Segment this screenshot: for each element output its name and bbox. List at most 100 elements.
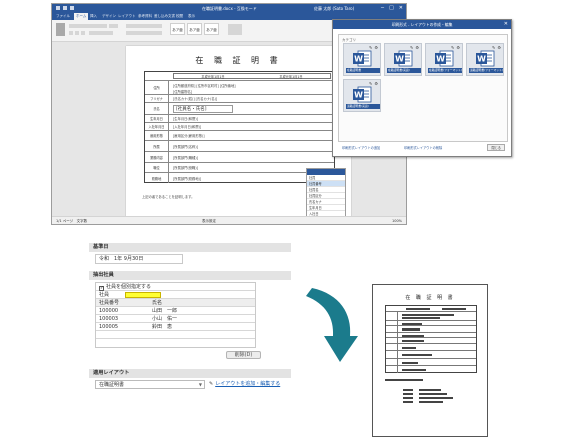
style-no-spacing[interactable]: あア亜: [187, 23, 202, 35]
employee-name: 小山 佑一: [152, 316, 178, 322]
tab-home[interactable]: ホーム: [74, 13, 89, 20]
word-titlebar: 在職証明書.docx - 互換モード 佐藤 太郎 (Sato Taro) ─ □…: [52, 4, 406, 13]
preview-text-line: [403, 389, 413, 391]
tab-design[interactable]: デザイン: [102, 13, 116, 20]
employee-name: 山田 一郎: [152, 308, 178, 314]
delete-button[interactable]: 削除(D): [226, 351, 261, 359]
chevron-down-icon: ▼: [198, 382, 202, 387]
close-icon[interactable]: ✕: [399, 4, 403, 13]
flow-arrow-icon: [306, 288, 358, 362]
layout-tile[interactable]: ✎ ⚙ W 在職証明書(英語): [384, 43, 422, 76]
base-date-input[interactable]: 令和 1年 9月30日: [99, 255, 143, 263]
cert-row-address: 住所 [住所都道府県] [住所市区町村] [住所番地] [住所建物名]: [145, 81, 334, 95]
cert-value-building: [住所建物名]: [173, 90, 193, 94]
bold-icon[interactable]: [69, 31, 73, 35]
tab-references[interactable]: 参考資料: [138, 13, 152, 20]
svg-text:W: W: [354, 91, 363, 100]
preview-text-line: [406, 308, 430, 310]
employee-table: ✓ 社員を個別指定する 社員 社員番号 氏名 100000 山田 一郎 10000…: [95, 282, 256, 348]
settings-icon[interactable]: ⚙: [374, 45, 378, 50]
preview-text-line: [403, 397, 413, 399]
printed-certificate-preview: 在 職 証 明 書: [372, 284, 488, 437]
tab-review[interactable]: 校閲: [176, 13, 183, 20]
preview-footnote-line: [385, 379, 423, 381]
save-icon[interactable]: [56, 6, 60, 10]
layout-select[interactable]: 在職証明書 ▼: [95, 380, 205, 389]
cert-label: 職位: [145, 163, 169, 172]
table-row[interactable]: 100003 小山 佑一: [96, 315, 255, 323]
svg-text:W: W: [395, 55, 404, 64]
base-date-row: 令和 1年 9月30日: [96, 255, 182, 263]
certificate-title: 在 職 証 明 書: [195, 56, 282, 65]
preview-row: [386, 326, 476, 333]
font-name-select[interactable]: [69, 24, 107, 28]
settings-icon[interactable]: ⚙: [497, 45, 501, 50]
style-heading[interactable]: あア亜: [204, 23, 219, 35]
cert-label: 生年月日: [145, 115, 169, 122]
individual-check[interactable]: ✓ 社員を個別指定する: [99, 283, 151, 291]
settings-icon[interactable]: ⚙: [456, 45, 460, 50]
style-standard[interactable]: あア亜: [170, 23, 185, 35]
layout-tile[interactable]: ✎ ⚙ W 在職証明書(フォーマット): [425, 43, 463, 76]
preview-text-line: [402, 369, 426, 371]
table-row[interactable]: 100000 山田 一郎: [96, 307, 255, 315]
layout-tile[interactable]: ✎ ⚙ W 退職証明書(英語): [343, 79, 381, 112]
italic-icon[interactable]: [75, 31, 79, 35]
word-statusbar: 1/1 ページ 文字数 表示設定 100%: [52, 216, 406, 224]
table-row-empty[interactable]: [96, 331, 255, 339]
cert-row-birthdate: 生年月日 [生年月日(和暦)]: [145, 115, 334, 123]
tab-layout[interactable]: レイアウト: [118, 13, 136, 20]
col-employee-name: 氏名: [152, 300, 163, 306]
undo-icon[interactable]: [63, 6, 67, 10]
status-zoom[interactable]: 100%: [392, 217, 402, 224]
preview-row: [386, 351, 476, 359]
tab-file[interactable]: ファイル: [56, 13, 70, 20]
period-to: 平成元年1月1日: [279, 74, 303, 79]
layout-tile[interactable]: ✎ ⚙ W 退職証明書(フォーマット): [466, 43, 504, 76]
status-display-settings[interactable]: 表示設定: [202, 217, 216, 224]
add-layout-link[interactable]: 印刷形式レイアウトの追加: [342, 145, 380, 150]
individual-check-row: ✓ 社員を個別指定する: [96, 283, 255, 291]
edit-icon: ✎: [209, 381, 214, 387]
word-document-icon: W: [476, 50, 495, 67]
preview-label-cell: [386, 351, 398, 358]
redo-icon[interactable]: [70, 6, 74, 10]
word-document-icon: W: [394, 50, 413, 67]
table-row-empty[interactable]: [96, 339, 255, 347]
list-tools[interactable]: [126, 24, 162, 28]
cert-value: [氏名カナ(姓)] [氏名カナ(名)]: [173, 97, 218, 101]
settings-icon[interactable]: ⚙: [374, 81, 378, 86]
add-edit-layout-link[interactable]: ✎ レイアウトを追加・編集する: [209, 380, 291, 389]
find-replace-tools[interactable]: [228, 24, 242, 35]
cert-value: [所属部門(職種)]: [173, 155, 198, 160]
settings-icon[interactable]: ⚙: [415, 45, 419, 50]
preview-text-line: [402, 335, 424, 337]
tab-view[interactable]: 表示: [188, 13, 195, 20]
layout-tile[interactable]: ✎ ⚙ W 在職証明書: [343, 43, 381, 76]
layout-tile-label: 退職証明書(英語): [346, 104, 380, 109]
target-employees-section-header: 抽出社員: [89, 271, 291, 280]
minimize-icon[interactable]: ─: [381, 4, 384, 13]
layout-tile-label: 退職証明書(フォーマット): [469, 68, 503, 73]
delete-layout-link[interactable]: 印刷形式レイアウトの削除: [404, 145, 442, 150]
paste-icon[interactable]: [56, 23, 65, 36]
preview-label-cell: [386, 312, 398, 320]
layout-tile-label: 在職証明書: [346, 68, 380, 73]
cert-label: 氏名: [145, 103, 169, 114]
font-size-select[interactable]: [109, 24, 118, 28]
font-color-tools[interactable]: [89, 31, 113, 35]
word-document-icon: W: [435, 50, 454, 67]
tab-insert[interactable]: 挿入: [90, 13, 97, 20]
tab-mailings[interactable]: 差し込み文書: [154, 13, 175, 20]
employee-search-input[interactable]: [125, 292, 161, 298]
close-dialog-button[interactable]: 閉じる: [487, 144, 505, 151]
preview-text-line: [402, 340, 424, 342]
quick-access-toolbar: [56, 6, 74, 10]
preview-text-line: [419, 397, 453, 399]
cert-label: 住所: [145, 81, 169, 94]
close-icon[interactable]: ✕: [504, 20, 508, 29]
table-row[interactable]: 100005 鈴田 恵: [96, 323, 255, 331]
underline-icon[interactable]: [81, 31, 85, 35]
alignment-tools[interactable]: [126, 31, 162, 35]
maximize-icon[interactable]: □: [389, 4, 394, 13]
